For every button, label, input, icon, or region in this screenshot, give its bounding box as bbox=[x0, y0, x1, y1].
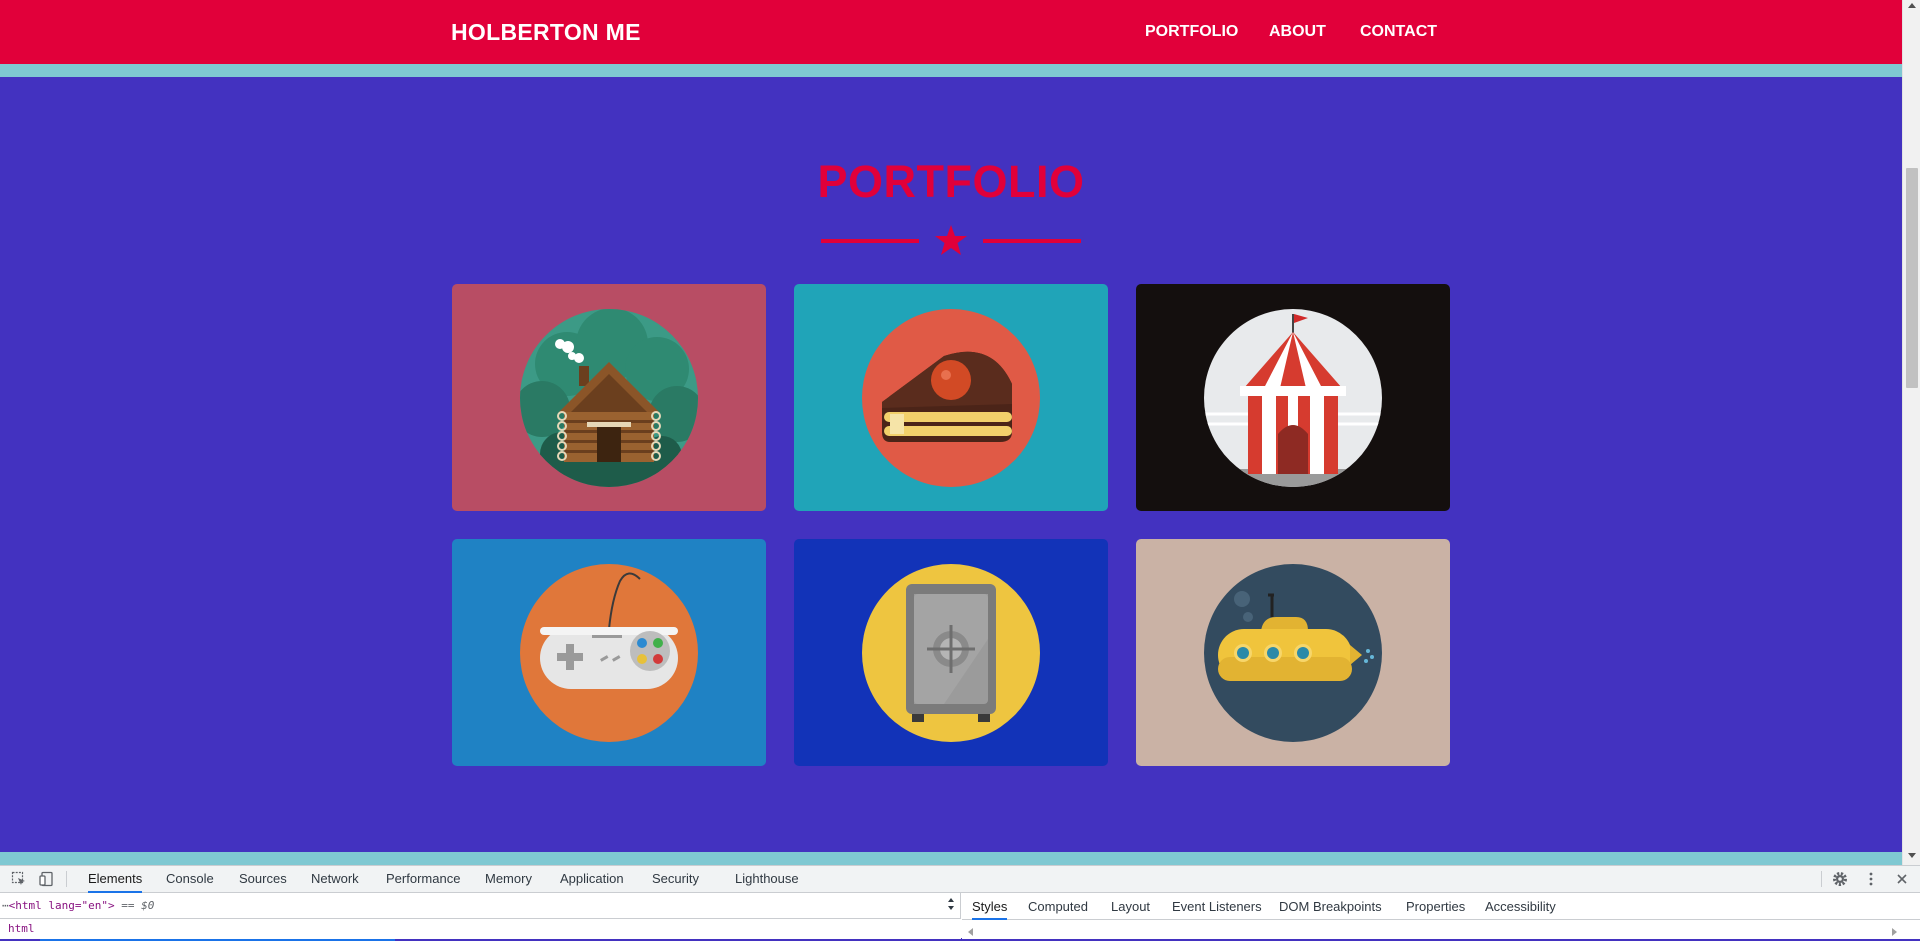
dom-node-ellipsis: ⋯ bbox=[2, 899, 9, 912]
tab-console[interactable]: Console bbox=[166, 866, 214, 893]
portfolio-card-circus[interactable] bbox=[1136, 284, 1450, 511]
tab-event-listeners[interactable]: Event Listeners bbox=[1172, 893, 1262, 920]
game-controller-icon bbox=[520, 564, 698, 742]
tab-styles[interactable]: Styles bbox=[972, 893, 1008, 920]
breadcrumb-item-html[interactable]: html bbox=[8, 922, 35, 935]
safe-icon bbox=[862, 564, 1040, 742]
portfolio-card-submarine[interactable] bbox=[1136, 539, 1450, 766]
navbar: HOLBERTON ME PORTFOLIO ABOUT CONTACT bbox=[0, 0, 1902, 64]
tab-lighthouse[interactable]: Lighthouse bbox=[735, 866, 799, 893]
scroll-thumb[interactable] bbox=[1906, 168, 1918, 388]
tab-security[interactable]: Security bbox=[652, 866, 699, 893]
tab-performance[interactable]: Performance bbox=[386, 866, 460, 893]
dom-tree-node[interactable]: ⋯<html lang="en"> == $0 bbox=[2, 899, 154, 912]
star-icon bbox=[935, 225, 967, 255]
page-viewport: HOLBERTON ME PORTFOLIO ABOUT CONTACT POR… bbox=[0, 0, 1902, 852]
more-options-icon[interactable] bbox=[1863, 871, 1879, 887]
inspect-element-icon[interactable] bbox=[11, 871, 27, 887]
devtools-toolbar: Elements Console Sources Network Perform… bbox=[0, 866, 1920, 893]
bottom-stripe bbox=[0, 852, 1902, 865]
devtools-panel: Elements Console Sources Network Perform… bbox=[0, 865, 1920, 941]
tab-memory[interactable]: Memory bbox=[485, 866, 532, 893]
brand-logo[interactable]: HOLBERTON ME bbox=[451, 19, 641, 46]
toolbar-separator bbox=[66, 871, 67, 887]
tab-application[interactable]: Application bbox=[560, 866, 624, 893]
nav-link-contact[interactable]: CONTACT bbox=[1360, 23, 1437, 41]
tab-computed[interactable]: Computed bbox=[1028, 893, 1088, 920]
circus-tent-icon bbox=[1204, 309, 1382, 487]
styles-pane: Styles Computed Layout Event Listeners D… bbox=[962, 893, 1920, 939]
styles-pane-tabs: Styles Computed Layout Event Listeners D… bbox=[962, 893, 1920, 920]
tab-properties[interactable]: Properties bbox=[1406, 893, 1465, 920]
cabin-icon bbox=[520, 309, 698, 487]
tab-elements[interactable]: Elements bbox=[88, 866, 143, 893]
close-devtools-icon[interactable] bbox=[1894, 871, 1910, 887]
scroll-right-arrow-icon[interactable] bbox=[1892, 928, 1898, 936]
tab-network[interactable]: Network bbox=[311, 866, 359, 893]
top-stripe bbox=[0, 64, 1902, 77]
divider-line-left bbox=[821, 239, 919, 243]
portfolio-card-controller[interactable] bbox=[452, 539, 766, 766]
elements-panel: ⋯<html lang="en"> == $0 html bbox=[0, 893, 961, 941]
portfolio-card-cabin[interactable] bbox=[452, 284, 766, 511]
page-scrollbar[interactable] bbox=[1902, 0, 1920, 865]
submarine-icon bbox=[1204, 564, 1382, 742]
tab-dom-breakpoints[interactable]: DOM Breakpoints bbox=[1279, 893, 1382, 920]
settings-gear-icon[interactable] bbox=[1832, 871, 1848, 887]
device-toolbar-icon[interactable] bbox=[39, 871, 55, 887]
tab-sources[interactable]: Sources bbox=[239, 866, 287, 893]
portfolio-card-cake[interactable] bbox=[794, 284, 1108, 511]
styles-horizontal-scrollbar[interactable] bbox=[962, 927, 1920, 937]
toolbar-separator bbox=[1821, 871, 1822, 887]
divider-line-right bbox=[983, 239, 1081, 243]
nav-link-portfolio[interactable]: PORTFOLIO bbox=[1145, 23, 1238, 41]
section-title: PORTFOLIO bbox=[817, 156, 1085, 207]
portfolio-card-safe[interactable] bbox=[794, 539, 1108, 766]
scroll-left-arrow-icon[interactable] bbox=[968, 928, 974, 936]
tab-layout[interactable]: Layout bbox=[1111, 893, 1150, 920]
nav-link-about[interactable]: ABOUT bbox=[1269, 23, 1326, 41]
tab-accessibility[interactable]: Accessibility bbox=[1485, 893, 1556, 920]
panel-resize-arrows-icon[interactable] bbox=[947, 897, 955, 911]
breadcrumb: html bbox=[0, 918, 961, 941]
scroll-down-arrow-icon[interactable] bbox=[1908, 853, 1916, 858]
scroll-up-arrow-icon[interactable] bbox=[1908, 3, 1916, 8]
dom-node-selected-marker: == $0 bbox=[114, 899, 155, 912]
dom-node-tag: <html lang="en"> bbox=[8, 899, 115, 912]
cake-icon bbox=[862, 309, 1040, 487]
